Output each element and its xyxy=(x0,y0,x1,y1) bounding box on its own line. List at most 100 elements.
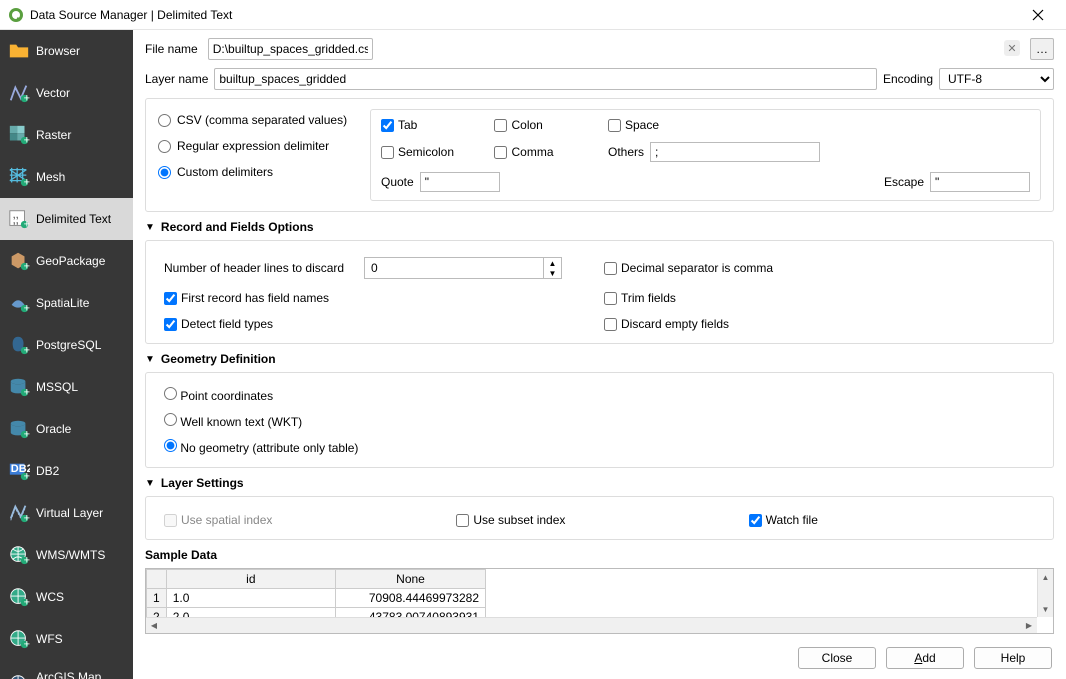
svg-text:+: + xyxy=(24,386,30,398)
sidebar-item-mesh[interactable]: +Mesh xyxy=(0,156,133,198)
chk-first-record[interactable]: First record has field names xyxy=(164,291,564,305)
discard-lines-input[interactable] xyxy=(364,257,544,279)
radio-no-geom[interactable]: No geometry (attribute only table) xyxy=(164,439,1041,455)
chk-subset-index[interactable]: Use subset index xyxy=(456,513,748,527)
app-icon xyxy=(8,7,24,23)
sidebar-item-oracle[interactable]: +Oracle xyxy=(0,408,133,450)
file-format-group: CSV (comma separated values) Regular exp… xyxy=(145,98,1054,212)
sidebar-item-db2[interactable]: DB2+DB2 xyxy=(0,450,133,492)
chk-semicolon[interactable]: Semicolon xyxy=(381,145,484,159)
close-icon[interactable] xyxy=(1018,0,1058,30)
table-row[interactable]: 11.070908.44469973282 xyxy=(147,589,486,608)
scroll-right-icon[interactable]: ▶ xyxy=(1021,618,1037,633)
chk-trim-fields[interactable]: Trim fields xyxy=(604,291,824,305)
file-name-input[interactable] xyxy=(208,38,373,60)
radio-custom[interactable]: Custom delimiters xyxy=(158,165,358,179)
sidebar-item-mssql[interactable]: +MSSQL xyxy=(0,366,133,408)
clear-file-icon[interactable]: ✕ xyxy=(1004,40,1020,56)
spatialite-icon: + xyxy=(8,292,30,314)
col-none[interactable]: None xyxy=(336,570,486,589)
col-id[interactable]: id xyxy=(166,570,335,589)
quote-label: Quote xyxy=(381,175,414,189)
table-scrollbar-v[interactable]: ▲▼ xyxy=(1037,569,1053,617)
sidebar-item-geopackage[interactable]: +GeoPackage xyxy=(0,240,133,282)
svg-text:+: + xyxy=(24,512,30,524)
escape-input[interactable] xyxy=(930,172,1030,192)
chk-space[interactable]: Space xyxy=(608,118,820,132)
sidebar-item-postgresql[interactable]: +PostgreSQL xyxy=(0,324,133,366)
sidebar-item-wms[interactable]: +WMS/WMTS xyxy=(0,534,133,576)
chk-colon[interactable]: Colon xyxy=(494,118,598,132)
virtual-layer-icon: + xyxy=(8,502,30,524)
radio-csv[interactable]: CSV (comma separated values) xyxy=(158,113,358,127)
chk-spatial-index: Use spatial index xyxy=(164,513,456,527)
close-button[interactable]: Close xyxy=(798,647,876,669)
sidebar-item-wcs[interactable]: +WCS xyxy=(0,576,133,618)
help-button[interactable]: Help xyxy=(974,647,1052,669)
geopackage-icon: + xyxy=(8,250,30,272)
folder-icon xyxy=(8,40,30,62)
svg-text:+: + xyxy=(24,638,30,650)
chevron-down-icon: ▼ xyxy=(145,354,155,365)
sample-data-header: Sample Data xyxy=(145,548,1054,562)
dialog-buttons: Close Add Help xyxy=(133,637,1066,679)
svg-text:+: + xyxy=(24,176,30,188)
scroll-left-icon[interactable]: ◀ xyxy=(146,618,162,633)
mesh-icon: + xyxy=(8,166,30,188)
chevron-down-icon: ▼ xyxy=(145,222,155,233)
layer-name-label: Layer name xyxy=(145,72,208,86)
spin-down-icon[interactable]: ▼ xyxy=(544,268,561,278)
window-title: Data Source Manager | Delimited Text xyxy=(30,8,1018,22)
encoding-select[interactable]: UTF-8 xyxy=(939,68,1054,90)
wfs-icon: + xyxy=(8,628,30,650)
chk-decimal-sep[interactable]: Decimal separator is comma xyxy=(604,261,824,275)
add-button[interactable]: Add xyxy=(886,647,964,669)
sample-data-section: Sample Data idNone 11.070908.44469973282… xyxy=(145,548,1054,634)
svg-text:,,: ,, xyxy=(13,215,19,227)
chevron-down-icon: ▼ xyxy=(145,478,155,489)
svg-text:+: + xyxy=(24,92,30,104)
layer-name-input[interactable] xyxy=(214,68,877,90)
sidebar-item-delimited-text[interactable]: ,,,,+Delimited Text xyxy=(0,198,133,240)
delimited-text-icon: ,,,,+ xyxy=(8,208,30,230)
scroll-down-icon[interactable]: ▼ xyxy=(1038,601,1053,617)
quote-input[interactable] xyxy=(420,172,500,192)
svg-text:+: + xyxy=(24,134,30,146)
escape-label: Escape xyxy=(884,175,924,189)
encoding-label: Encoding xyxy=(883,72,933,86)
sidebar-item-browser[interactable]: Browser xyxy=(0,30,133,72)
content-panel: File name ✕ … Layer name Encoding UTF-8 … xyxy=(133,30,1066,679)
chk-detect-types[interactable]: Detect field types xyxy=(164,317,564,331)
browse-button[interactable]: … xyxy=(1030,38,1054,60)
radio-wkt[interactable]: Well known text (WKT) xyxy=(164,413,1041,429)
sidebar-item-raster[interactable]: +Raster xyxy=(0,114,133,156)
layer-settings-group: Use spatial index Use subset index Watch… xyxy=(145,496,1054,540)
sidebar-item-arcgis-map[interactable]: +ArcGIS Map Server xyxy=(0,660,133,679)
geometry-header[interactable]: ▼Geometry Definition xyxy=(145,352,1054,366)
discard-lines-label: Number of header lines to discard xyxy=(164,261,364,275)
svg-text:+: + xyxy=(24,428,30,440)
sidebar-item-wfs[interactable]: +WFS xyxy=(0,618,133,660)
table-scrollbar-h[interactable]: ◀▶ xyxy=(146,617,1037,633)
record-options-group: Number of header lines to discard ▲▼ Dec… xyxy=(145,240,1054,344)
sidebar-item-vector[interactable]: +Vector xyxy=(0,72,133,114)
chk-comma[interactable]: Comma xyxy=(494,145,598,159)
raster-icon: + xyxy=(8,124,30,146)
sidebar-item-spatialite[interactable]: +SpatiaLite xyxy=(0,282,133,324)
chk-tab[interactable]: Tab xyxy=(381,118,484,132)
chk-discard-empty[interactable]: Discard empty fields xyxy=(604,317,824,331)
file-name-label: File name xyxy=(145,42,202,56)
sidebar-item-virtual-layer[interactable]: +Virtual Layer xyxy=(0,492,133,534)
titlebar: Data Source Manager | Delimited Text xyxy=(0,0,1066,30)
others-label: Others xyxy=(608,145,644,159)
radio-point[interactable]: Point coordinates xyxy=(164,387,1041,403)
chk-watch-file[interactable]: Watch file xyxy=(749,513,1041,527)
arcgis-map-icon: + xyxy=(8,673,30,679)
radio-regex[interactable]: Regular expression delimiter xyxy=(158,139,358,153)
scroll-up-icon[interactable]: ▲ xyxy=(1038,569,1053,585)
spin-up-icon[interactable]: ▲ xyxy=(544,258,561,268)
others-input[interactable] xyxy=(650,142,820,162)
record-options-header[interactable]: ▼Record and Fields Options xyxy=(145,220,1054,234)
layer-settings-header[interactable]: ▼Layer Settings xyxy=(145,476,1054,490)
svg-text:+: + xyxy=(24,470,30,482)
